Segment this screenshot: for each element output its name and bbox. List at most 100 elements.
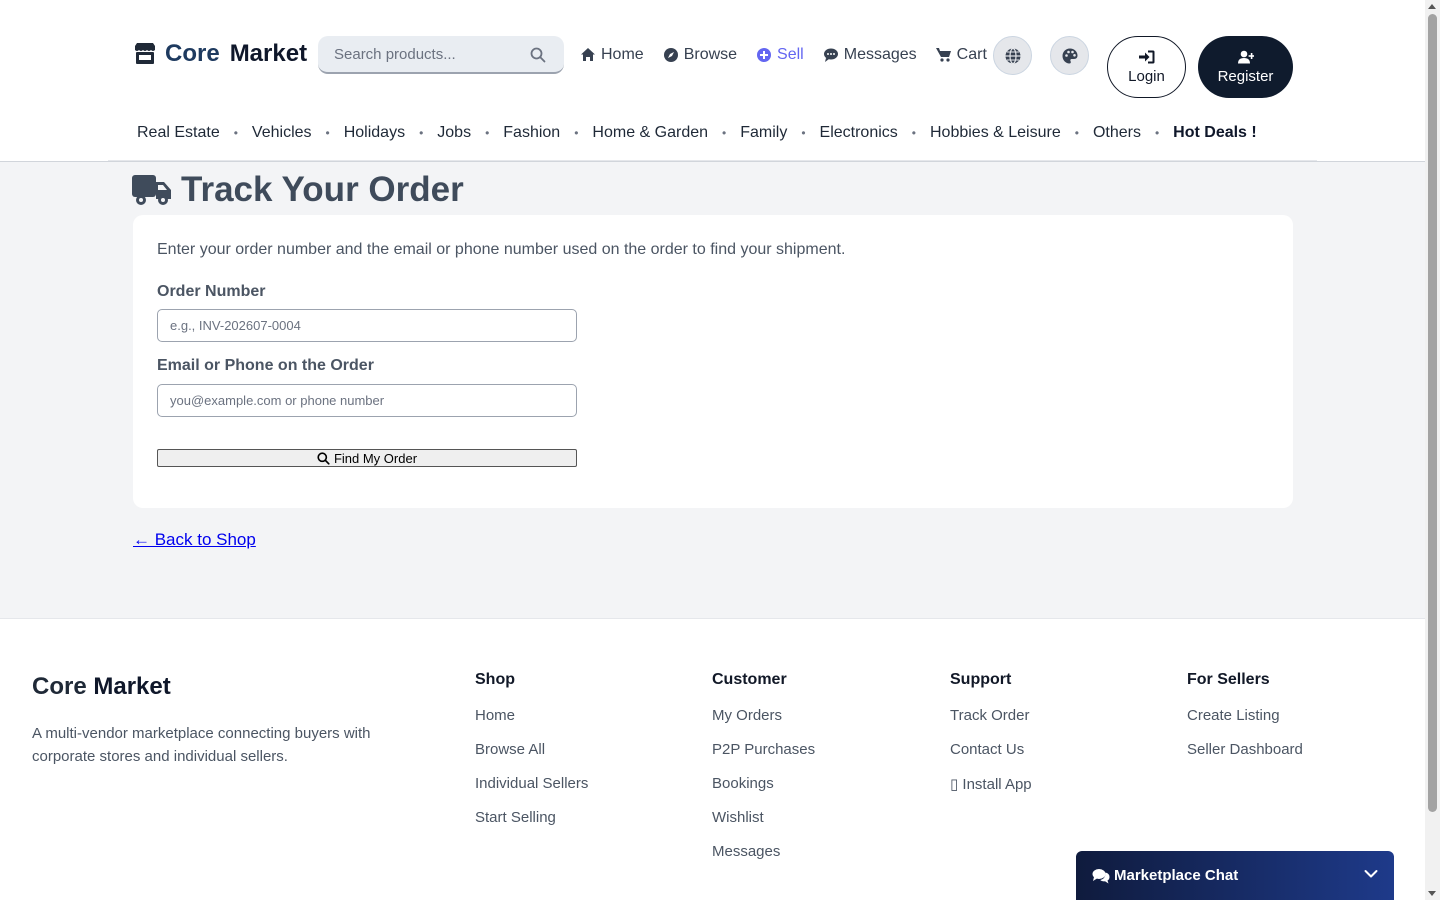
category-separator: • bbox=[801, 126, 806, 140]
home-icon bbox=[581, 48, 595, 61]
marketplace-chat-widget[interactable]: Marketplace Chat bbox=[1076, 851, 1394, 900]
page: Core Market Home Browse Sell bbox=[0, 0, 1425, 900]
footer-link-home[interactable]: Home bbox=[475, 707, 588, 726]
find-order-label: Find My Order bbox=[333, 450, 418, 466]
nav-home[interactable]: Home bbox=[580, 46, 644, 64]
footer-link-bookings[interactable]: Bookings bbox=[712, 775, 815, 794]
footer-link-contact-us[interactable]: Contact Us bbox=[950, 741, 1032, 760]
order-number-label: Order Number bbox=[157, 283, 266, 300]
footer-heading: Customer bbox=[712, 671, 787, 688]
footer-link-install-app[interactable]: ▯ Install App bbox=[950, 775, 1032, 794]
category-holidays[interactable]: Holidays bbox=[344, 124, 405, 142]
plus-circle-icon bbox=[757, 48, 772, 62]
chat-label: Marketplace Chat bbox=[1114, 867, 1239, 884]
category-separator: • bbox=[1154, 126, 1160, 140]
footer-link-seller-dashboard[interactable]: Seller Dashboard bbox=[1187, 741, 1303, 760]
category-separator: • bbox=[485, 126, 490, 140]
footer-link-my-orders[interactable]: My Orders bbox=[712, 707, 815, 726]
store-icon bbox=[135, 43, 155, 64]
category-separator: • bbox=[1074, 126, 1079, 140]
site-header: Core Market Home Browse Sell bbox=[0, 0, 1425, 162]
nav-cart-label: Cart bbox=[956, 46, 987, 63]
footer-col-sellers: For Sellers Create Listing Seller Dashbo… bbox=[1187, 671, 1303, 775]
category-jobs[interactable]: Jobs bbox=[437, 124, 471, 142]
back-to-shop-link[interactable]: ← Back to Shop bbox=[133, 530, 256, 550]
find-order-button[interactable]: Find My Order bbox=[157, 449, 577, 467]
login-label: Login bbox=[1128, 67, 1165, 85]
page-scrollbar[interactable] bbox=[1425, 0, 1440, 900]
footer-heading: For Sellers bbox=[1187, 671, 1270, 688]
category-separator: • bbox=[911, 126, 916, 140]
category-separator: • bbox=[419, 126, 424, 140]
search-bar bbox=[318, 36, 564, 74]
footer-col-customer: Customer My Orders P2P Purchases Booking… bbox=[712, 671, 815, 877]
category-separator: • bbox=[325, 126, 330, 140]
compass-icon bbox=[663, 48, 678, 62]
footer-brand[interactable]: Core Market bbox=[32, 673, 171, 701]
globe-icon bbox=[1005, 47, 1020, 64]
page-title-row: Track Your Order bbox=[132, 170, 464, 210]
category-separator: • bbox=[722, 126, 727, 140]
theme-button[interactable] bbox=[1050, 36, 1089, 75]
category-hot-deals[interactable]: Hot Deals ! bbox=[1173, 124, 1257, 142]
scroll-down-arrow-icon[interactable] bbox=[1428, 891, 1436, 896]
footer-heading: Shop bbox=[475, 671, 515, 688]
nav-messages[interactable]: Messages bbox=[823, 46, 917, 64]
footer-col-shop: Shop Home Browse All Individual Sellers … bbox=[475, 671, 588, 843]
footer-heading: Support bbox=[950, 671, 1012, 688]
search-icon bbox=[317, 451, 330, 465]
footer-col-support: Support Track Order Contact Us ▯ Install… bbox=[950, 671, 1032, 809]
truck-icon bbox=[132, 175, 171, 205]
cart-icon bbox=[935, 48, 951, 62]
nav-sell-label: Sell bbox=[777, 46, 804, 63]
nav-cart[interactable]: Cart bbox=[935, 46, 987, 64]
category-home-garden[interactable]: Home & Garden bbox=[592, 124, 708, 142]
footer-link-wishlist[interactable]: Wishlist bbox=[712, 809, 815, 828]
sign-in-icon bbox=[1138, 50, 1154, 63]
register-button[interactable]: Register bbox=[1198, 36, 1293, 98]
brand-logo[interactable]: Core Market bbox=[133, 40, 307, 68]
footer-link-messages[interactable]: Messages bbox=[712, 843, 815, 862]
footer-link-create-listing[interactable]: Create Listing bbox=[1187, 707, 1303, 726]
contact-input[interactable] bbox=[157, 384, 577, 417]
footer-description: A multi-vendor marketplace connecting bu… bbox=[32, 725, 371, 765]
palette-icon bbox=[1062, 48, 1077, 63]
footer-link-browse-all[interactable]: Browse All bbox=[475, 741, 588, 760]
scroll-up-arrow-icon[interactable] bbox=[1428, 4, 1436, 9]
login-button[interactable]: Login bbox=[1107, 36, 1186, 98]
category-nav: Real Estate • Vehicles • Holidays • Jobs… bbox=[137, 124, 1257, 142]
user-plus-icon bbox=[1237, 50, 1254, 63]
category-family[interactable]: Family bbox=[740, 124, 787, 142]
brand-core-text: Core bbox=[165, 40, 220, 67]
category-fashion[interactable]: Fashion bbox=[503, 124, 560, 142]
category-vehicles[interactable]: Vehicles bbox=[252, 124, 312, 142]
nav-home-label: Home bbox=[601, 46, 644, 63]
contact-label: Email or Phone on the Order bbox=[157, 357, 374, 374]
scrollbar-thumb[interactable] bbox=[1428, 14, 1437, 812]
language-button[interactable] bbox=[993, 36, 1032, 75]
category-hobbies-leisure[interactable]: Hobbies & Leisure bbox=[930, 124, 1061, 142]
category-real-estate[interactable]: Real Estate bbox=[137, 124, 220, 142]
category-others[interactable]: Others bbox=[1093, 124, 1141, 142]
footer-link-p2p-purchases[interactable]: P2P Purchases bbox=[712, 741, 815, 760]
footer-link-start-selling[interactable]: Start Selling bbox=[475, 809, 588, 828]
search-icon[interactable] bbox=[530, 47, 546, 63]
category-separator: • bbox=[574, 126, 579, 140]
nav-browse[interactable]: Browse bbox=[663, 46, 737, 64]
order-number-input[interactable] bbox=[157, 309, 577, 342]
page-title: Track Your Order bbox=[181, 170, 464, 209]
footer-brand-market: Market bbox=[93, 673, 171, 700]
footer-link-individual-sellers[interactable]: Individual Sellers bbox=[475, 775, 588, 794]
nav-sell[interactable]: Sell bbox=[756, 46, 804, 64]
track-order-card: Enter your order number and the email or… bbox=[133, 215, 1293, 508]
search-input[interactable] bbox=[334, 45, 524, 63]
intro-text: Enter your order number and the email or… bbox=[157, 241, 846, 258]
top-nav: Home Browse Sell Messages Cart bbox=[580, 44, 1006, 66]
nav-messages-label: Messages bbox=[843, 46, 917, 63]
category-separator: • bbox=[233, 126, 238, 140]
category-electronics[interactable]: Electronics bbox=[820, 124, 898, 142]
footer-link-track-order[interactable]: Track Order bbox=[950, 707, 1032, 726]
chevron-down-icon[interactable] bbox=[1364, 869, 1378, 879]
comment-icon bbox=[823, 48, 838, 62]
footer-brand-core: Core bbox=[32, 673, 87, 700]
